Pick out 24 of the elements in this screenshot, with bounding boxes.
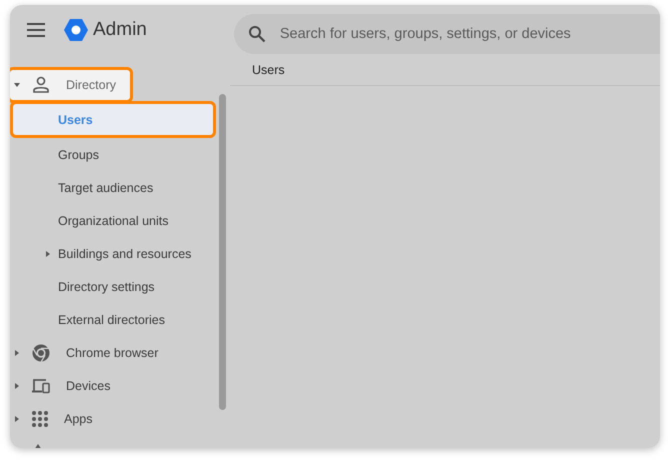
search-field[interactable]: Search for users, groups, settings, or devices <box>234 14 660 54</box>
nav-item[interactable]: Chrome browser <box>10 338 172 368</box>
app-name: Admin <box>93 19 147 41</box>
nav-subitem[interactable]: Organizational units <box>10 204 228 237</box>
caret-right-icon[interactable] <box>13 414 21 422</box>
caret-down-icon[interactable] <box>13 80 21 88</box>
scrollbar[interactable] <box>219 94 226 410</box>
page-title: Users <box>252 63 285 77</box>
caret-right-icon[interactable] <box>13 348 21 356</box>
person-icon <box>31 74 51 94</box>
nav-subitem[interactable]: Groups <box>10 138 228 171</box>
nav-subitem[interactable]: Buildings and resources <box>10 237 228 270</box>
hexagon-logo-icon <box>63 18 89 42</box>
caret-right-icon[interactable] <box>44 250 52 258</box>
nav-subitem[interactable]: Directory settings <box>10 270 228 303</box>
caret-right-icon[interactable] <box>13 382 21 390</box>
chrome-icon <box>31 342 51 362</box>
search-icon <box>248 25 266 43</box>
nav-subitem[interactable]: Target audiences <box>10 171 228 204</box>
nav-item[interactable]: Directory <box>10 66 134 102</box>
nav-subitem[interactable]: External directories <box>10 303 228 336</box>
nav-item[interactable]: Devices <box>10 370 124 400</box>
apps-grid-icon <box>31 410 49 428</box>
nav-item[interactable]: Apps <box>10 404 106 434</box>
